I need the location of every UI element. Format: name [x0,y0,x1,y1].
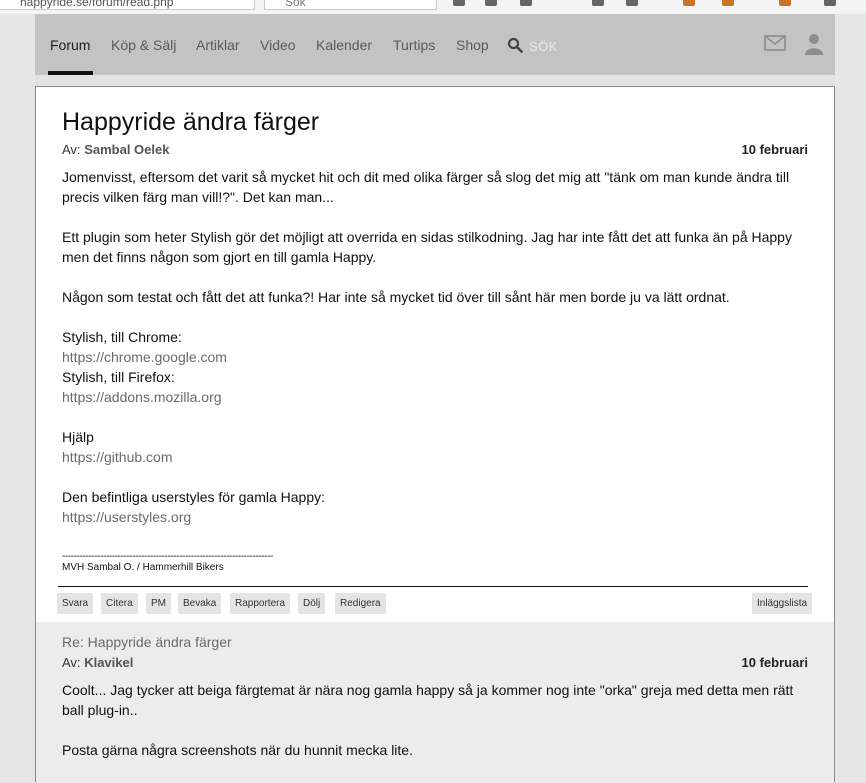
pm-button[interactable]: PM [146,593,171,614]
chat-icon[interactable] [824,0,836,6]
help-label: Hjälp [62,429,94,445]
reply-paragraph: Coolt... Jag tycker att beiga färgtemat … [62,682,794,718]
reply-date: 10 februari [741,655,808,670]
reply-paragraph: Posta gärna några screenshots när du hun… [62,742,413,758]
search-label[interactable]: SÖK [529,39,558,54]
userstyles-link[interactable]: https://userstyles.org [62,507,812,527]
user-icon[interactable] [804,33,824,55]
reply-post: Re: Happyride ändra färger Av: Klavikel … [36,622,834,783]
bookmark-star-icon[interactable] [453,0,465,6]
userstyles-label: Den befintliga userstyles för gamla Happ… [62,489,326,505]
search-icon[interactable] [507,37,523,53]
nav-kop-salj[interactable]: Köp & Sälj [111,37,176,53]
watch-button[interactable]: Bevaka [178,593,222,614]
signature: MVH Sambal O. / Hammerhill Bikers [62,562,224,573]
by-prefix: Av: [62,142,81,157]
active-tab-indicator [48,71,93,75]
nav-artiklar[interactable]: Artiklar [196,37,240,53]
browser-toolbar: happyride.se/forum/read.php Sök [0,0,866,15]
page-gutter-left [0,14,35,782]
forum-post: Happyride ändra färger Av: Sambal Oelek … [35,86,835,783]
addon-icon[interactable] [779,0,791,6]
post-paragraph: Ett plugin som heter Stylish gör det möj… [62,229,792,265]
firefox-link[interactable]: https://addons.mozilla.org [62,387,812,407]
addon-icon[interactable] [722,0,734,6]
reply-byline: Av: Klavikel [62,655,133,670]
nav-video[interactable]: Video [260,37,296,53]
signature-divider: ----------------------------------------… [62,551,273,562]
chrome-link[interactable]: https://chrome.google.com [62,347,812,367]
post-date: 10 februari [741,142,808,157]
reply-body: Coolt... Jag tycker att beiga färgtemat … [62,680,812,760]
nav-turtips[interactable]: Turtips [393,37,435,53]
addon-icon[interactable] [683,0,695,6]
browser-search-field[interactable]: Sök [264,0,437,10]
post-title: Happyride ändra färger [62,108,320,136]
nav-shop[interactable]: Shop [456,37,489,53]
nav-forum[interactable]: Forum [50,37,90,53]
extension-icon[interactable] [592,0,604,6]
nav-kalender[interactable]: Kalender [316,37,372,53]
github-link[interactable]: https://github.com [62,447,812,467]
post-paragraph: Jomenvisst, eftersom det varit så mycket… [62,169,790,205]
grid-icon[interactable] [626,0,638,6]
report-button[interactable]: Rapportera [230,593,291,614]
reply-author[interactable]: Klavikel [84,655,133,670]
post-list-button[interactable]: Inläggslista [752,593,813,614]
post-paragraph: Någon som testat och fått det att funka?… [62,289,730,305]
edit-button[interactable]: Redigera [335,593,386,614]
hide-button[interactable]: Dölj [298,593,326,614]
reading-list-icon[interactable] [485,0,497,6]
mail-icon[interactable] [764,35,786,51]
reply-button[interactable]: Svara [57,593,94,614]
post-divider [58,586,808,587]
post-byline: Av: Sambal Oelek [62,142,169,157]
main-navbar: Forum Köp & Sälj Artiklar Video Kalender… [35,14,835,75]
by-prefix: Av: [62,655,81,670]
post-author[interactable]: Sambal Oelek [84,142,169,157]
post-body: Jomenvisst, eftersom det varit så mycket… [62,167,812,527]
download-icon[interactable] [520,0,532,6]
reply-title[interactable]: Re: Happyride ändra färger [62,634,232,650]
chrome-label: Stylish, till Chrome: [62,329,182,345]
page-gutter-right [835,14,866,782]
quote-button[interactable]: Citera [101,593,138,614]
firefox-label: Stylish, till Firefox: [62,369,175,385]
url-bar[interactable]: happyride.se/forum/read.php [0,0,255,10]
